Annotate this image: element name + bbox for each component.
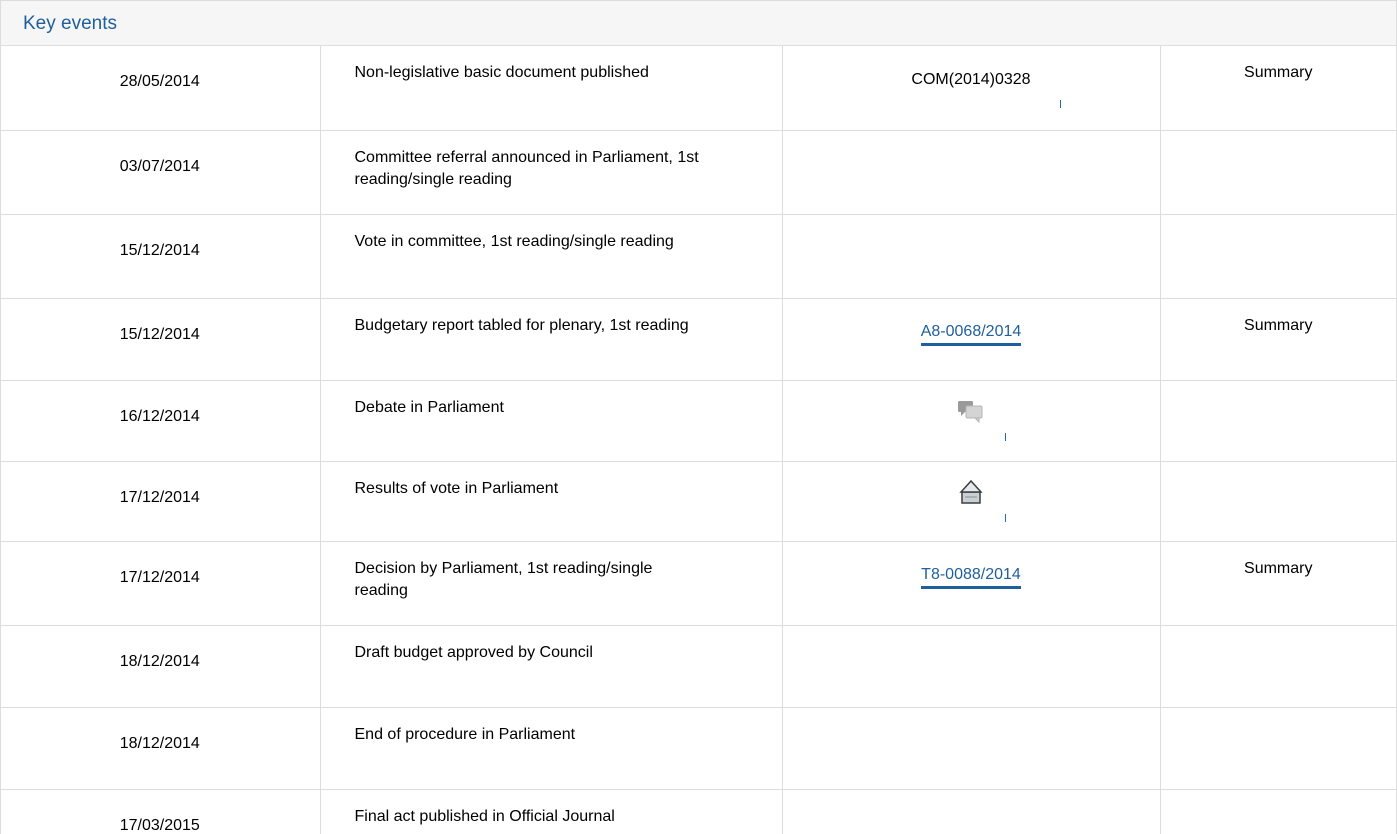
summary-label: Summary (1160, 298, 1396, 381)
table-row: 17/03/2015 Final act published in Offici… (1, 789, 1396, 834)
document-cell: A8-0068/2014 (782, 298, 1161, 381)
event-description: End of procedure in Parliament (320, 707, 783, 790)
summary-label (1160, 380, 1396, 462)
event-date: 18/12/2014 (1, 625, 321, 708)
event-date: 03/07/2014 (1, 130, 321, 215)
summary-label (1160, 214, 1396, 299)
event-description: Final act published in Official Journal (320, 789, 783, 834)
document-cell (782, 130, 1161, 215)
document-cell: COM(2014)0328 (782, 46, 1161, 131)
document-cell (782, 214, 1161, 299)
panel-title: Key events (23, 12, 117, 34)
document-link[interactable]: T8-0088/2014 (921, 565, 1021, 589)
event-date: 17/12/2014 (1, 541, 321, 626)
event-date: 15/12/2014 (1, 214, 321, 299)
document-reference: COM(2014)0328 (911, 71, 1031, 88)
summary-label (1160, 461, 1396, 542)
summary-label: Summary (1160, 46, 1396, 131)
document-cell (782, 625, 1161, 708)
table-row: 18/12/2014 End of procedure in Parliamen… (1, 707, 1396, 790)
event-date: 15/12/2014 (1, 298, 321, 381)
document-cell (782, 789, 1161, 834)
table-row: 28/05/2014 Non-legislative basic documen… (1, 46, 1396, 131)
summary-label (1160, 707, 1396, 790)
key-events-table: 28/05/2014 Non-legislative basic documen… (1, 46, 1396, 834)
event-description: Results of vote in Parliament (320, 461, 783, 542)
document-link[interactable]: A8-0068/2014 (920, 322, 1022, 346)
event-description: Non-legislative basic document published (320, 46, 783, 131)
key-events-panel: Key events 28/05/2014 Non-legislative ba… (0, 0, 1397, 834)
event-date: 18/12/2014 (1, 707, 321, 790)
link-marker (1059, 100, 1061, 108)
link-marker (1004, 513, 1006, 522)
event-description: Debate in Parliament (320, 380, 783, 462)
document-cell: T8-0088/2014 (782, 541, 1161, 626)
event-date: 28/05/2014 (1, 46, 321, 131)
summary-label (1160, 625, 1396, 708)
table-row: 17/12/2014 Results of vote in Parliament (1, 461, 1396, 542)
summary-label: Summary (1160, 541, 1396, 626)
table-row: 03/07/2014 Committee referral announced … (1, 130, 1396, 215)
summary-label (1160, 789, 1396, 834)
table-row: 15/12/2014 Budgetary report tabled for p… (1, 298, 1396, 381)
event-date: 17/03/2015 (1, 789, 321, 834)
document-cell (782, 707, 1161, 790)
document-cell (782, 461, 1161, 542)
debate-speech-bubbles-icon[interactable] (957, 398, 985, 426)
table-row: 16/12/2014 Debate in Parliament (1, 380, 1396, 462)
event-description: Budgetary report tabled for plenary, 1st… (320, 298, 783, 381)
table-row: 15/12/2014 Vote in committee, 1st readin… (1, 214, 1396, 299)
event-description: Draft budget approved by Council (320, 625, 783, 708)
link-marker (1004, 432, 1006, 441)
summary-label (1160, 130, 1396, 215)
table-row: 18/12/2014 Draft budget approved by Coun… (1, 625, 1396, 708)
panel-header: Key events (1, 1, 1396, 46)
ballot-box-icon[interactable] (957, 479, 985, 507)
event-description: Decision by Parliament, 1st reading/sing… (320, 541, 783, 626)
event-date: 17/12/2014 (1, 461, 321, 542)
event-date: 16/12/2014 (1, 380, 321, 462)
table-row: 17/12/2014 Decision by Parliament, 1st r… (1, 541, 1396, 626)
event-description: Committee referral announced in Parliame… (320, 130, 783, 215)
document-cell (782, 380, 1161, 462)
event-description: Vote in committee, 1st reading/single re… (320, 214, 783, 299)
